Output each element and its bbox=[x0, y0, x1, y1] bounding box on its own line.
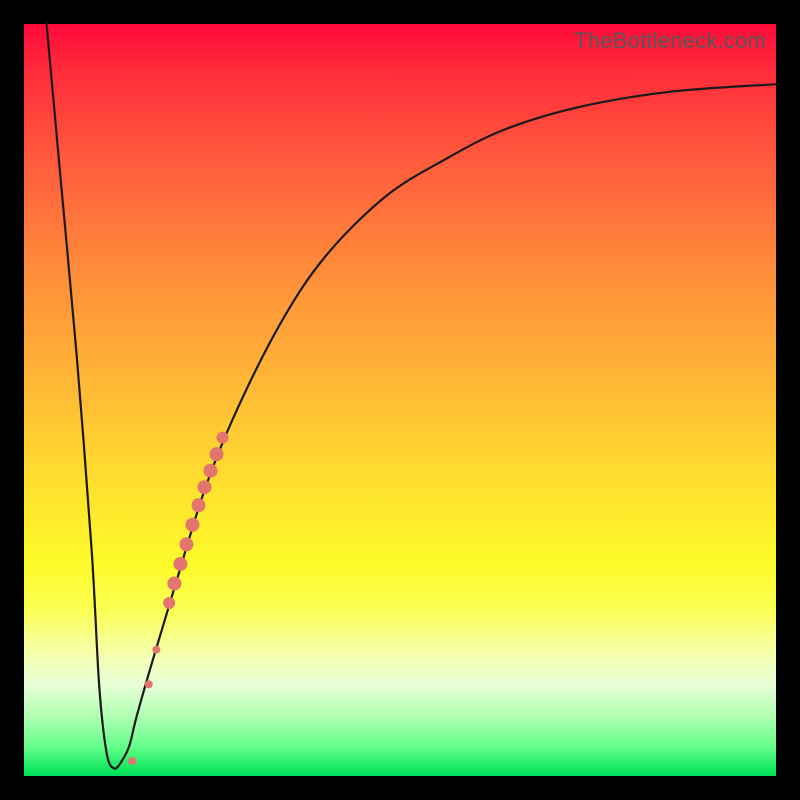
chart-frame: TheBottleneck.com bbox=[0, 0, 800, 800]
marker-layer bbox=[128, 432, 228, 765]
plot-area: TheBottleneck.com bbox=[24, 24, 776, 776]
data-marker bbox=[173, 557, 187, 571]
data-marker bbox=[179, 537, 193, 551]
data-marker bbox=[197, 480, 211, 494]
data-marker bbox=[167, 576, 181, 590]
curve-layer bbox=[24, 24, 776, 776]
data-marker bbox=[185, 518, 199, 532]
data-marker bbox=[152, 646, 160, 654]
data-marker bbox=[128, 757, 136, 765]
data-marker bbox=[210, 447, 224, 461]
bottleneck-curve bbox=[47, 24, 776, 769]
data-marker bbox=[217, 432, 229, 444]
data-marker bbox=[191, 498, 205, 512]
data-marker bbox=[204, 464, 218, 478]
data-marker bbox=[145, 680, 153, 688]
data-marker bbox=[163, 597, 175, 609]
